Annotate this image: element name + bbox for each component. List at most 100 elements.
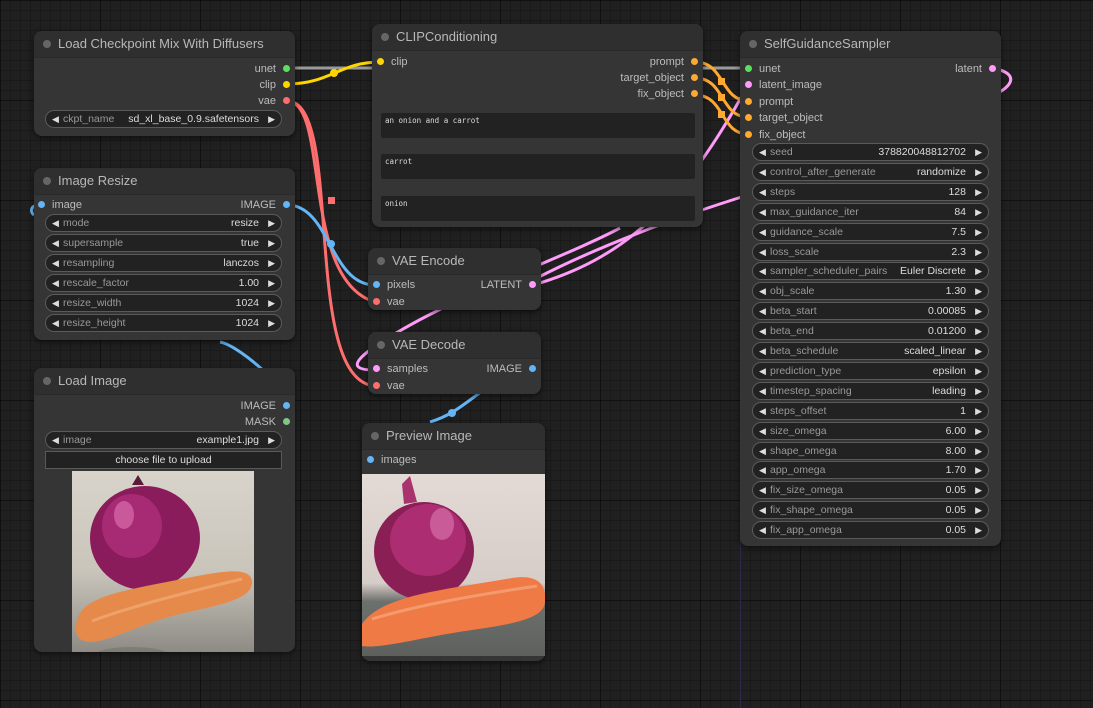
input-latent-image[interactable]: latent_image (745, 78, 822, 92)
slot-pin-icon[interactable] (373, 298, 380, 305)
widget-value[interactable]: 1024 (236, 295, 259, 311)
widget-guidance-scale[interactable]: ◀ guidance_scale 7.5 ▶ (752, 222, 989, 241)
widget-fix-size-omega[interactable]: ◀ fix_size_omega 0.05 ▶ (752, 481, 989, 500)
slot-pin-icon[interactable] (373, 365, 380, 372)
input-image[interactable]: image (38, 198, 82, 212)
slot-pin-icon[interactable] (283, 418, 290, 425)
widget-value[interactable]: scaled_linear (904, 343, 966, 359)
output-latent[interactable]: latent (955, 62, 996, 76)
node-title[interactable]: VAE Decode (368, 332, 541, 359)
widget-resampling[interactable]: ◀ resampling lanczos ▶ (45, 254, 282, 272)
increment-arrow-icon[interactable]: ▶ (975, 164, 982, 180)
widget-size-omega[interactable]: ◀ size_omega 6.00 ▶ (752, 421, 989, 440)
widget-value[interactable]: 6.00 (946, 423, 966, 439)
collapse-dot-icon[interactable] (43, 177, 51, 185)
output-image[interactable]: IMAGE (241, 198, 290, 212)
slot-pin-icon[interactable] (745, 131, 752, 138)
widget-timestep-spacing[interactable]: ◀ timestep_spacing leading ▶ (752, 381, 989, 400)
decrement-arrow-icon[interactable]: ◀ (52, 295, 59, 311)
widget-steps[interactable]: ◀ steps 128 ▶ (752, 182, 989, 201)
widget-value[interactable]: Euler Discrete (900, 263, 966, 279)
collapse-dot-icon[interactable] (43, 40, 51, 48)
increment-arrow-icon[interactable]: ▶ (975, 144, 982, 160)
increment-arrow-icon[interactable]: ▶ (268, 315, 275, 331)
input-clip[interactable]: clip (377, 55, 408, 69)
decrement-arrow-icon[interactable]: ◀ (759, 323, 766, 339)
widget-value[interactable]: 1.30 (946, 283, 966, 299)
output-unet[interactable]: unet (255, 62, 290, 76)
node-title[interactable]: CLIPConditioning (372, 24, 703, 51)
decrement-arrow-icon[interactable]: ◀ (52, 315, 59, 331)
output-vae[interactable]: vae (258, 94, 290, 108)
widget-value[interactable]: randomize (917, 164, 966, 180)
widget-beta-start[interactable]: ◀ beta_start 0.00085 ▶ (752, 302, 989, 321)
decrement-arrow-icon[interactable]: ◀ (759, 403, 766, 419)
slot-pin-icon[interactable] (283, 65, 290, 72)
increment-arrow-icon[interactable]: ▶ (975, 423, 982, 439)
decrement-arrow-icon[interactable]: ◀ (759, 383, 766, 399)
slot-pin-icon[interactable] (691, 74, 698, 81)
slot-pin-icon[interactable] (745, 98, 752, 105)
slot-pin-icon[interactable] (283, 81, 290, 88)
decrement-arrow-icon[interactable]: ◀ (759, 502, 766, 518)
fix-object-textarea[interactable]: onion (381, 196, 695, 221)
node-title[interactable]: VAE Encode (368, 248, 541, 275)
slot-pin-icon[interactable] (745, 65, 752, 72)
widget-value[interactable]: 1 (960, 403, 966, 419)
decrement-arrow-icon[interactable]: ◀ (759, 164, 766, 180)
slot-pin-icon[interactable] (283, 201, 290, 208)
output-target-object[interactable]: target_object (620, 71, 698, 85)
increment-arrow-icon[interactable]: ▶ (975, 363, 982, 379)
node-preview-image[interactable]: Preview Image images (362, 423, 545, 661)
slot-pin-icon[interactable] (283, 97, 290, 104)
increment-arrow-icon[interactable]: ▶ (268, 255, 275, 271)
collapse-dot-icon[interactable] (377, 257, 385, 265)
widget-value[interactable]: 0.05 (946, 502, 966, 518)
input-prompt[interactable]: prompt (745, 95, 793, 109)
upload-button[interactable]: choose file to upload (45, 451, 282, 469)
widget-value[interactable]: true (241, 235, 259, 251)
increment-arrow-icon[interactable]: ▶ (975, 323, 982, 339)
decrement-arrow-icon[interactable]: ◀ (759, 443, 766, 459)
generated-image-preview[interactable] (362, 474, 545, 656)
decrement-arrow-icon[interactable]: ◀ (759, 204, 766, 220)
decrement-arrow-icon[interactable]: ◀ (52, 275, 59, 291)
increment-arrow-icon[interactable]: ▶ (975, 283, 982, 299)
increment-arrow-icon[interactable]: ▶ (975, 482, 982, 498)
increment-arrow-icon[interactable]: ▶ (975, 263, 982, 279)
output-image[interactable]: IMAGE (487, 362, 536, 376)
node-vae-decode[interactable]: VAE Decode samples vae IMAGE (368, 332, 541, 394)
widget-beta-schedule[interactable]: ◀ beta_schedule scaled_linear ▶ (752, 342, 989, 360)
widget-value[interactable]: example1.jpg (197, 432, 259, 448)
collapse-dot-icon[interactable] (371, 432, 379, 440)
slot-pin-icon[interactable] (38, 201, 45, 208)
widget-value[interactable]: 128 (948, 184, 966, 200)
output-latent[interactable]: LATENT (481, 278, 536, 292)
decrement-arrow-icon[interactable]: ◀ (759, 482, 766, 498)
widget-value[interactable]: 0.05 (946, 522, 966, 538)
increment-arrow-icon[interactable]: ▶ (975, 383, 982, 399)
output-prompt[interactable]: prompt (650, 55, 698, 69)
increment-arrow-icon[interactable]: ▶ (268, 275, 275, 291)
input-target-object[interactable]: target_object (745, 111, 823, 125)
widget-seed[interactable]: ◀ seed 378820048812702 ▶ (752, 143, 989, 161)
input-pixels[interactable]: pixels (373, 278, 415, 292)
increment-arrow-icon[interactable]: ▶ (975, 184, 982, 200)
widget-rescale-factor[interactable]: ◀ rescale_factor 1.00 ▶ (45, 274, 282, 292)
widget-resize-height[interactable]: ◀ resize_height 1024 ▶ (45, 314, 282, 332)
increment-arrow-icon[interactable]: ▶ (975, 403, 982, 419)
widget-value[interactable]: 1.70 (946, 462, 966, 478)
input-samples[interactable]: samples (373, 362, 428, 376)
increment-arrow-icon[interactable]: ▶ (975, 303, 982, 319)
increment-arrow-icon[interactable]: ▶ (975, 522, 982, 538)
widget-value[interactable]: resize (231, 215, 259, 231)
output-clip[interactable]: clip (259, 78, 290, 92)
node-load-checkpoint[interactable]: Load Checkpoint Mix With Diffusers unet … (34, 31, 295, 136)
widget-loss-scale[interactable]: ◀ loss_scale 2.3 ▶ (752, 242, 989, 261)
output-mask[interactable]: MASK (245, 415, 290, 429)
slot-pin-icon[interactable] (529, 365, 536, 372)
node-title[interactable]: SelfGuidanceSampler (740, 31, 1001, 58)
node-title[interactable]: Preview Image (362, 423, 545, 450)
increment-arrow-icon[interactable]: ▶ (975, 462, 982, 478)
widget-value[interactable]: epsilon (933, 363, 966, 379)
